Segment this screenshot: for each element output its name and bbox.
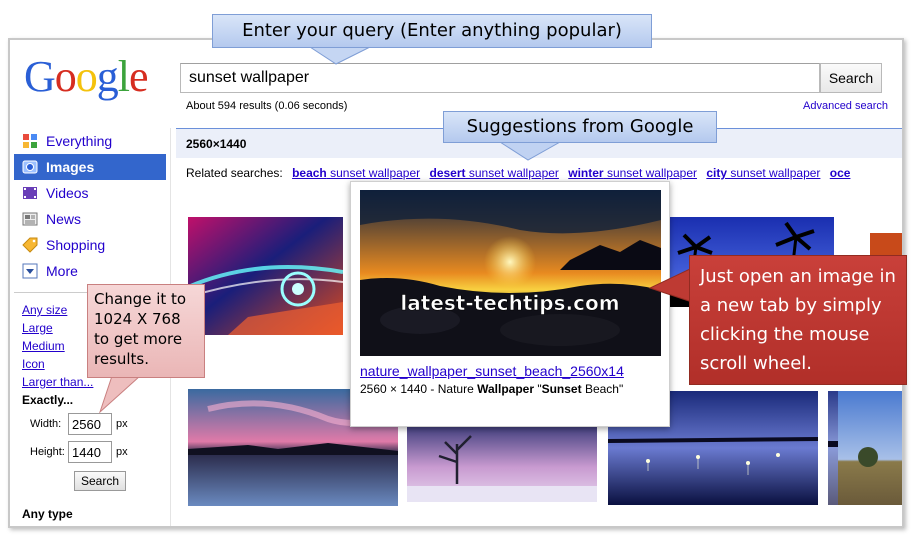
width-label: Width: (30, 418, 62, 430)
related-search-link[interactable]: desert sunset wallpaper (430, 166, 559, 180)
nav-item-news[interactable]: News (14, 206, 166, 232)
suggestions-callout: Suggestions from Google (443, 111, 717, 143)
nav-label: News (46, 211, 82, 227)
advanced-search-link[interactable]: Advanced search (803, 100, 888, 112)
nav-item-everything[interactable]: Everything (14, 128, 166, 154)
meta-prefix: 2560 × 1440 - Nature (360, 382, 478, 396)
logo-letter: e (129, 52, 149, 101)
height-field[interactable] (68, 441, 112, 463)
related-bold: beach (292, 166, 327, 180)
related-search-link[interactable]: beach sunset wallpaper (292, 166, 420, 180)
width-row: Width: px (14, 413, 166, 435)
result-stats: About 594 results (0.06 seconds) (186, 100, 348, 112)
logo-letter: g (96, 52, 119, 101)
nav-item-shopping[interactable]: Shopping (14, 232, 166, 258)
height-label: Height: (30, 446, 65, 458)
related-search-link[interactable]: city sunset wallpaper (706, 166, 820, 180)
exact-size-search-button[interactable]: Search (74, 471, 127, 491)
result-thumbnail-neon-car[interactable] (188, 217, 343, 335)
result-thumbnail-winter-tree[interactable] (407, 424, 597, 502)
image-preview-popup[interactable]: latest-techtips.com nature_wallpaper_sun… (350, 181, 670, 427)
nav-item-images[interactable]: Images (14, 154, 166, 180)
related-bold: desert (429, 166, 466, 180)
shopping-icon (22, 237, 38, 253)
related-bold: winter (568, 166, 604, 180)
preview-image[interactable]: latest-techtips.com (360, 190, 661, 356)
width-unit: px (116, 418, 128, 430)
logo-letter: l (117, 52, 130, 101)
related-rest: sunset wallpaper (603, 166, 697, 180)
logo-letter: G (24, 52, 56, 101)
everything-icon (22, 133, 38, 149)
related-rest: sunset wallpaper (465, 166, 559, 180)
preview-filename-link[interactable]: nature_wallpaper_sunset_beach_2560x14 (360, 363, 624, 379)
nav-label: Shopping (46, 237, 106, 253)
nav-label: Everything (46, 133, 113, 149)
more-dropdown-icon (22, 263, 38, 279)
meta-bold-wallpaper: Wallpaper (477, 382, 534, 396)
related-rest: sunset wallpaper (326, 166, 421, 180)
search-button[interactable]: Search (820, 63, 882, 93)
exactly-label: Exactly... (22, 393, 74, 407)
logo-letter: o (54, 52, 77, 101)
nav-item-videos[interactable]: Videos (14, 180, 166, 206)
related-rest: sunset wallpaper (727, 166, 821, 180)
height-unit: px (116, 446, 128, 458)
related-bold: city (706, 166, 728, 180)
query-callout: Enter your query (Enter anything popular… (212, 14, 652, 48)
nav-item-more[interactable]: More (14, 258, 166, 284)
preview-meta: 2560 × 1440 - Nature Wallpaper "Sunset B… (360, 382, 623, 396)
logo-letter: o (75, 52, 98, 101)
related-prefix: Related searches: (186, 166, 283, 180)
images-icon (22, 159, 38, 175)
change-size-callout: Change it to 1024 X 768 to get more resu… (87, 284, 205, 378)
preview-watermark: latest-techtips.com (400, 291, 619, 315)
nav-label: More (46, 263, 78, 279)
related-bold: oce (829, 166, 851, 180)
related-searches: Related searches: beach sunset wallpaper… (186, 166, 850, 180)
news-icon (22, 211, 38, 227)
related-search-link[interactable]: oce (830, 166, 851, 180)
meta-bold-sunset: Sunset (541, 382, 582, 396)
width-field[interactable] (68, 413, 112, 435)
search-input[interactable] (180, 63, 820, 93)
nav-label: Videos (46, 185, 89, 201)
meta-suffix: Beach" (581, 382, 624, 396)
videos-icon (22, 185, 38, 201)
screenshot-stage: Google Search About 594 results (0.06 se… (0, 0, 917, 546)
result-thumbnail-field[interactable] (838, 391, 902, 505)
new-tab-tip-callout: Just open an image in a new tab by simpl… (689, 255, 907, 385)
related-search-link[interactable]: winter sunset wallpaper (568, 166, 697, 180)
height-row: Height: px (14, 441, 166, 463)
meta-mid: " (534, 382, 542, 396)
google-logo[interactable]: Google (24, 52, 149, 102)
any-type-label[interactable]: Any type (14, 507, 166, 521)
nav-label: Images (46, 159, 95, 175)
